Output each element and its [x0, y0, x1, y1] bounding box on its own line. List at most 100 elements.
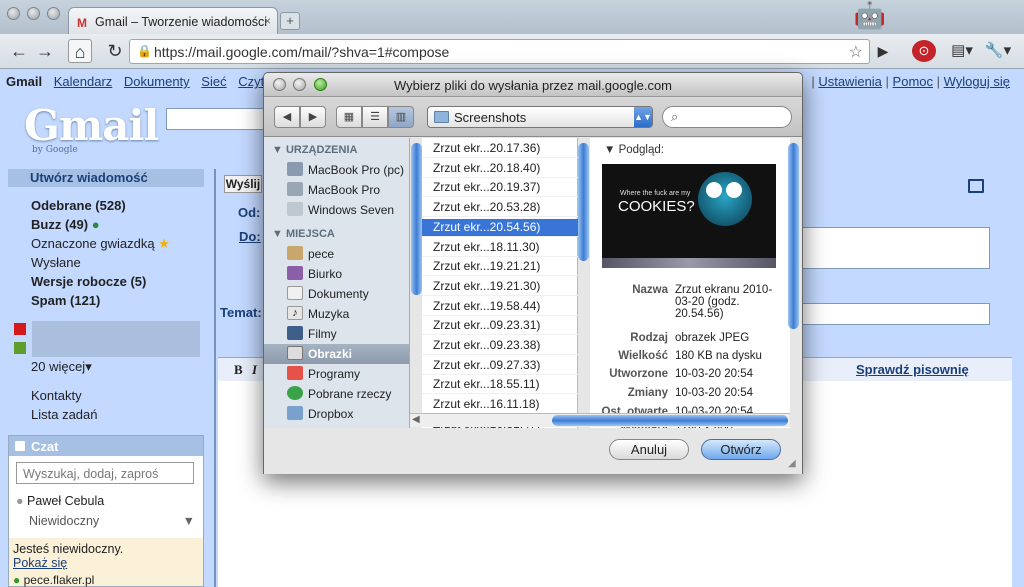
file-item[interactable]: Zrzut ekr...20.54.56) — [422, 218, 578, 237]
bookmark-star-icon[interactable]: ☆ — [849, 42, 863, 62]
new-window-icon[interactable] — [968, 179, 984, 193]
sidebar-item-home[interactable]: pece — [287, 244, 409, 264]
column-view-icon[interactable]: ▥ — [388, 106, 414, 128]
file-item[interactable]: Zrzut ekr...09.27.33) — [422, 357, 578, 375]
wrench-menu-icon[interactable]: 🔧▾ — [984, 39, 1012, 63]
forward-button[interactable]: ▶ — [300, 106, 326, 128]
close-window-button[interactable] — [7, 7, 20, 20]
send-button[interactable]: Wyślij — [224, 175, 262, 193]
file-item[interactable]: Zrzut ekr...16.11.18) — [422, 396, 578, 415]
scroll-left-icon[interactable]: ◀ — [412, 414, 420, 425]
reload-icon[interactable]: ↻ — [104, 39, 126, 63]
collapse-icon[interactable] — [15, 441, 25, 451]
sidebar-scrollbar[interactable] — [411, 143, 422, 295]
bold-button[interactable]: B — [234, 362, 243, 378]
dialog-search-input[interactable]: ⌕ — [662, 106, 792, 128]
nav-sent[interactable]: Wysłane — [31, 255, 81, 270]
minimize-window-button[interactable] — [27, 7, 40, 20]
horizontal-scrollbar[interactable]: ◀ — [410, 413, 790, 427]
chat-search-input[interactable]: Wyszukaj, dodaj, zaproś — [16, 462, 194, 484]
logout-link[interactable]: Wyloguj się — [944, 74, 1010, 89]
gbar-link-web[interactable]: Sieć — [201, 74, 226, 89]
sidebar-item-dropbox[interactable]: Dropbox — [287, 404, 409, 424]
italic-button[interactable]: I — [252, 362, 257, 378]
scroll-thumb[interactable] — [552, 415, 788, 426]
chat-contact[interactable]: ● pece.flaker.pl — [13, 573, 199, 587]
tasks-link[interactable]: Lista zadań — [31, 407, 98, 422]
play-icon[interactable]: ▶ — [872, 39, 894, 63]
back-arrow-icon[interactable]: ← — [8, 39, 30, 63]
show-yourself-link[interactable]: Pokaż się — [13, 556, 67, 570]
chat-contact-name: pece.flaker.pl — [23, 573, 95, 587]
to-label[interactable]: Do: — [239, 229, 261, 244]
contacts-link[interactable]: Kontakty — [31, 388, 82, 403]
place-label: Dropbox — [308, 407, 354, 421]
sidebar-item-pictures[interactable]: Obrazki — [264, 344, 409, 364]
gbar-link-docs[interactable]: Dokumenty — [124, 74, 190, 89]
extension-icon[interactable]: ⊙ — [912, 40, 936, 62]
nav-inbox[interactable]: Odebrane (528) — [31, 198, 126, 213]
list-view-icon[interactable]: ☰ — [362, 106, 388, 128]
status-dot-icon: ● — [16, 494, 24, 508]
dialog-minimize-button[interactable] — [293, 78, 306, 91]
more-labels-link[interactable]: 20 więcej▾ — [31, 359, 92, 375]
info-value: 180 KB na dysku — [675, 350, 762, 362]
dialog-close-button[interactable] — [273, 78, 286, 91]
sidebar-item-movies[interactable]: Filmy — [287, 324, 409, 344]
sidebar-item-macbook[interactable]: MacBook Pro — [287, 180, 409, 200]
forward-arrow-icon[interactable]: → — [34, 39, 56, 63]
file-item[interactable]: Zrzut ekr...20.53.28) — [422, 199, 578, 218]
file-item[interactable]: Zrzut ekr...20.18.40) — [422, 160, 578, 178]
chat-status-select[interactable]: Niewidoczny ▼ — [29, 514, 195, 528]
dialog-zoom-button[interactable] — [314, 78, 327, 91]
icon-view-icon[interactable]: ▦ — [336, 106, 362, 128]
sidebar-item-macbook-pc[interactable]: MacBook Pro (pc) — [287, 160, 409, 180]
zoom-window-button[interactable] — [47, 7, 60, 20]
file-item[interactable]: Zrzut ekr...18.55.11) — [422, 376, 578, 395]
nav-buzz-label: Buzz (49) — [31, 217, 89, 232]
spellcheck-link[interactable]: Sprawdź pisownię — [856, 362, 969, 377]
nav-spam[interactable]: Spam (121) — [31, 293, 100, 308]
folder-popup[interactable]: Screenshots ▲▼ — [427, 106, 653, 128]
file-item[interactable]: Zrzut ekr...19.21.21) — [422, 258, 578, 277]
nav-drafts[interactable]: Wersje robocze (5) — [31, 274, 146, 289]
browser-tab[interactable]: M Gmail – Tworzenie wiadomości × — [68, 7, 278, 34]
file-item[interactable]: Zrzut ekr...18.11.30) — [422, 239, 578, 257]
home-icon[interactable]: ⌂ — [68, 39, 92, 63]
file-item[interactable]: Zrzut ekr...20.17.36) — [422, 140, 578, 158]
settings-link[interactable]: Ustawienia — [818, 74, 882, 89]
preview-scrollbar[interactable] — [788, 143, 799, 329]
file-item[interactable]: Zrzut ekr...09.23.31) — [422, 317, 578, 336]
sidebar-item-documents[interactable]: Dokumenty — [287, 284, 409, 304]
label-color-green[interactable] — [14, 342, 26, 354]
sidebar-item-music[interactable]: ♪ Muzyka — [287, 304, 409, 324]
nav-buzz[interactable]: Buzz (49) ● — [31, 217, 100, 232]
sidebar-item-applications[interactable]: Programy — [287, 364, 409, 384]
file-item[interactable]: Zrzut ekr...09.23.38) — [422, 337, 578, 355]
sidebar-item-downloads[interactable]: Pobrane rzeczy — [287, 384, 409, 404]
home-icon — [287, 246, 303, 260]
file-item[interactable]: Zrzut ekr...19.58.44) — [422, 298, 578, 316]
close-tab-icon[interactable]: × — [264, 14, 271, 28]
sidebar-item-windows[interactable]: Windows Seven — [287, 200, 409, 220]
page-menu-icon[interactable]: ▤▾ — [948, 39, 976, 63]
compose-link[interactable]: Utwórz wiadomość — [8, 169, 204, 187]
chat-header[interactable]: Czat — [9, 436, 203, 456]
new-tab-button[interactable]: + — [280, 12, 300, 30]
nav-starred-label: Oznaczone gwiazdką — [31, 236, 155, 251]
nav-starred[interactable]: Oznaczone gwiazdką ★ — [31, 236, 170, 252]
file-item[interactable]: Zrzut ekr...19.21.30) — [422, 278, 578, 296]
gbar-link-calendar[interactable]: Kalendarz — [54, 74, 113, 89]
mail-search-input[interactable] — [166, 108, 266, 130]
open-button[interactable]: Otwórz — [701, 439, 781, 460]
help-link[interactable]: Pomoc — [893, 74, 933, 89]
resize-grip-icon[interactable]: ◢ — [788, 458, 796, 469]
back-button[interactable]: ◀ — [274, 106, 300, 128]
address-bar[interactable]: 🔒 https://mail.google.com/mail/?shva=1#c… — [129, 39, 870, 64]
preview-thumbnail: Where the fuck are my COOKIES? — [602, 164, 776, 268]
file-item[interactable]: Zrzut ekr...20.19.37) — [422, 179, 578, 198]
cancel-button[interactable]: Anuluj — [609, 439, 689, 460]
sidebar-item-desktop[interactable]: Biurko — [287, 264, 409, 284]
label-color-red[interactable] — [14, 323, 26, 335]
file-list-scrollbar[interactable] — [578, 143, 589, 261]
